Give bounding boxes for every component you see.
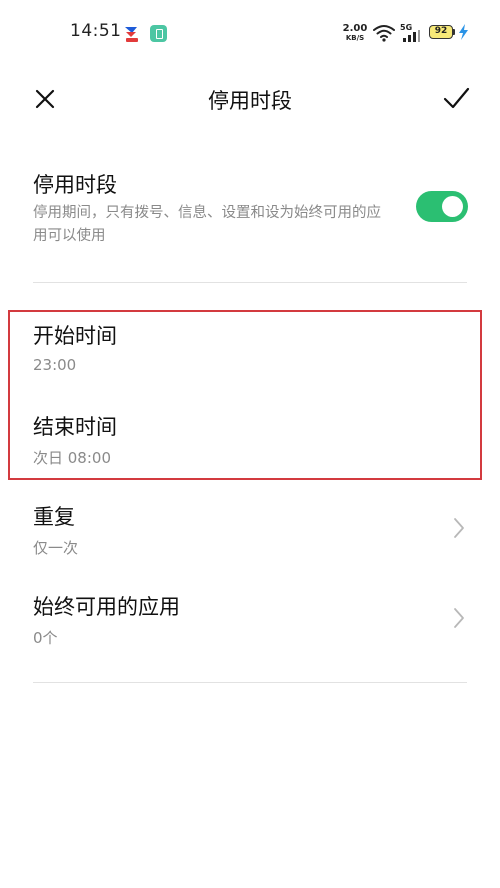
disable-period-toggle[interactable] — [416, 191, 468, 222]
notification-app-icon-2 — [150, 25, 167, 42]
check-icon[interactable] — [440, 82, 472, 114]
end-time-label: 结束时间 — [33, 415, 117, 439]
repeat-value: 仅一次 — [33, 539, 79, 557]
title-bar: 停用时段 — [0, 68, 500, 130]
network-speed-unit: KB/S — [345, 34, 365, 42]
signal-icon — [403, 30, 420, 42]
start-time-row[interactable]: 开始时间 23:00 — [0, 312, 500, 398]
network-speed: 2.00 KB/S — [341, 24, 369, 42]
start-time-value: 23:00 — [33, 356, 77, 374]
status-bar: 14:51 2.00 KB/S 5G 92 — [0, 0, 500, 66]
divider — [33, 282, 467, 283]
allowed-apps-value: 0个 — [33, 629, 58, 647]
end-time-row[interactable]: 结束时间 次日 08:00 — [0, 403, 500, 489]
battery-icon: 92 — [429, 25, 453, 39]
disable-period-description: 停用期间，只有拨号、信息、设置和设为始终可用的应用可以使用 — [33, 205, 381, 244]
status-time: 14:51 — [70, 21, 122, 41]
page-title: 停用时段 — [208, 89, 292, 113]
toggle-knob — [442, 196, 463, 217]
allowed-apps-row[interactable]: 始终可用的应用 0个 — [0, 583, 500, 669]
chevron-right-icon — [454, 608, 464, 628]
battery-tip — [453, 29, 455, 35]
wifi-icon — [373, 25, 395, 42]
repeat-label: 重复 — [33, 505, 75, 529]
start-time-label: 开始时间 — [33, 324, 117, 348]
allowed-apps-label: 始终可用的应用 — [33, 595, 180, 619]
end-time-value: 次日 08:00 — [33, 449, 111, 467]
notification-app-icon — [125, 27, 138, 42]
charging-icon — [459, 24, 468, 40]
disable-period-label: 停用时段 — [33, 173, 117, 197]
repeat-row[interactable]: 重复 仅一次 — [0, 493, 500, 579]
divider — [33, 682, 467, 683]
network-speed-value: 2.00 — [342, 23, 368, 34]
chevron-right-icon — [454, 518, 464, 538]
battery-level: 92 — [434, 26, 448, 36]
